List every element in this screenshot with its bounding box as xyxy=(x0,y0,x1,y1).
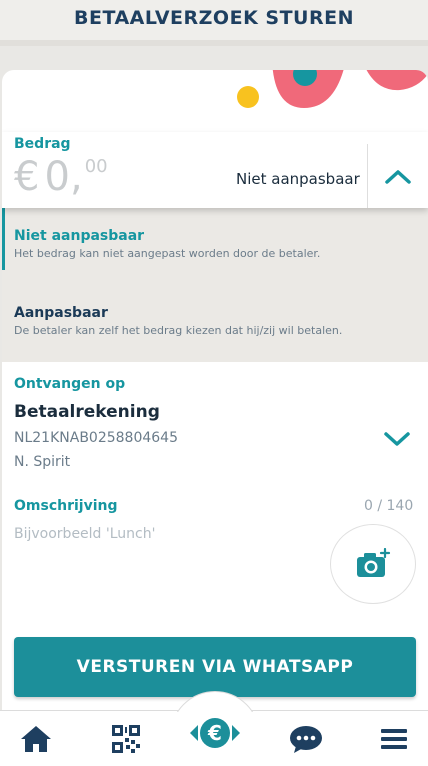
tab-menu[interactable] xyxy=(364,711,424,766)
svg-text:€: € xyxy=(207,721,222,745)
description-label: Omschrijving xyxy=(14,498,118,514)
amount-value: 0, xyxy=(44,154,83,200)
amount-mode-label[interactable]: Niet aanpasbaar xyxy=(236,170,360,188)
amount-label: Bedrag xyxy=(14,136,71,152)
description-input[interactable] xyxy=(14,522,314,546)
coral-wave xyxy=(366,70,428,91)
currency-symbol: € xyxy=(14,154,40,200)
option-title: Niet aanpasbaar xyxy=(14,228,145,244)
character-counter: 0 / 140 xyxy=(364,498,414,514)
chat-icon xyxy=(290,726,322,753)
account-name: Betaalrekening xyxy=(14,402,160,422)
option-title: Aanpasbaar xyxy=(14,305,108,321)
yellow-dot xyxy=(237,86,259,108)
tab-qr[interactable] xyxy=(96,711,156,766)
send-via-whatsapp-button[interactable]: VERSTUREN VIA WHATSAPP xyxy=(14,637,416,697)
top-bar: BETAALVERZOEK STUREN xyxy=(0,0,428,46)
option-aanpasbaar[interactable]: Aanpasbaar De betaler kan zelf het bedra… xyxy=(2,270,428,362)
account-selector[interactable]: Ontvangen op Betaalrekening NL21KNAB0258… xyxy=(2,362,428,490)
amount-section: Bedrag € 0, 00 Niet aanpasbaar xyxy=(2,132,428,208)
chevron-up-icon xyxy=(385,170,411,184)
account-holder: N. Spirit xyxy=(14,454,71,470)
page-title: BETAALVERZOEK STUREN xyxy=(74,7,354,29)
option-description: Het bedrag kan niet aangepast worden doo… xyxy=(14,247,321,260)
amount-mode-options: Niet aanpasbaar Het bedrag kan niet aang… xyxy=(2,208,428,362)
payment-request-card: Bedrag € 0, 00 Niet aanpasbaar Niet aanpa… xyxy=(2,70,428,766)
option-niet-aanpasbaar[interactable]: Niet aanpasbaar Het bedrag kan niet aang… xyxy=(2,208,428,270)
option-description: De betaler kan zelf het bedrag kiezen da… xyxy=(14,324,343,337)
amount-input[interactable]: € 0, 00 xyxy=(14,154,108,200)
tab-payment[interactable]: € xyxy=(184,705,246,761)
tab-home[interactable] xyxy=(6,711,66,766)
amount-cents: 00 xyxy=(84,156,108,177)
account-iban: NL21KNAB0258804645 xyxy=(14,430,178,446)
home-icon xyxy=(21,726,51,752)
menu-icon xyxy=(381,729,407,749)
tab-chat[interactable] xyxy=(276,711,336,766)
amount-mode-toggle[interactable] xyxy=(367,144,428,208)
bottom-tab-bar: € xyxy=(0,691,428,766)
camera-add-icon xyxy=(357,548,391,577)
chevron-down-icon[interactable] xyxy=(382,428,412,452)
receive-on-label: Ontvangen op xyxy=(14,376,126,392)
qr-code-icon xyxy=(112,725,140,753)
decorative-shapes xyxy=(237,70,428,108)
header-divider xyxy=(0,40,428,46)
euro-transfer-icon: € xyxy=(190,718,240,748)
camera-button[interactable] xyxy=(330,524,416,604)
